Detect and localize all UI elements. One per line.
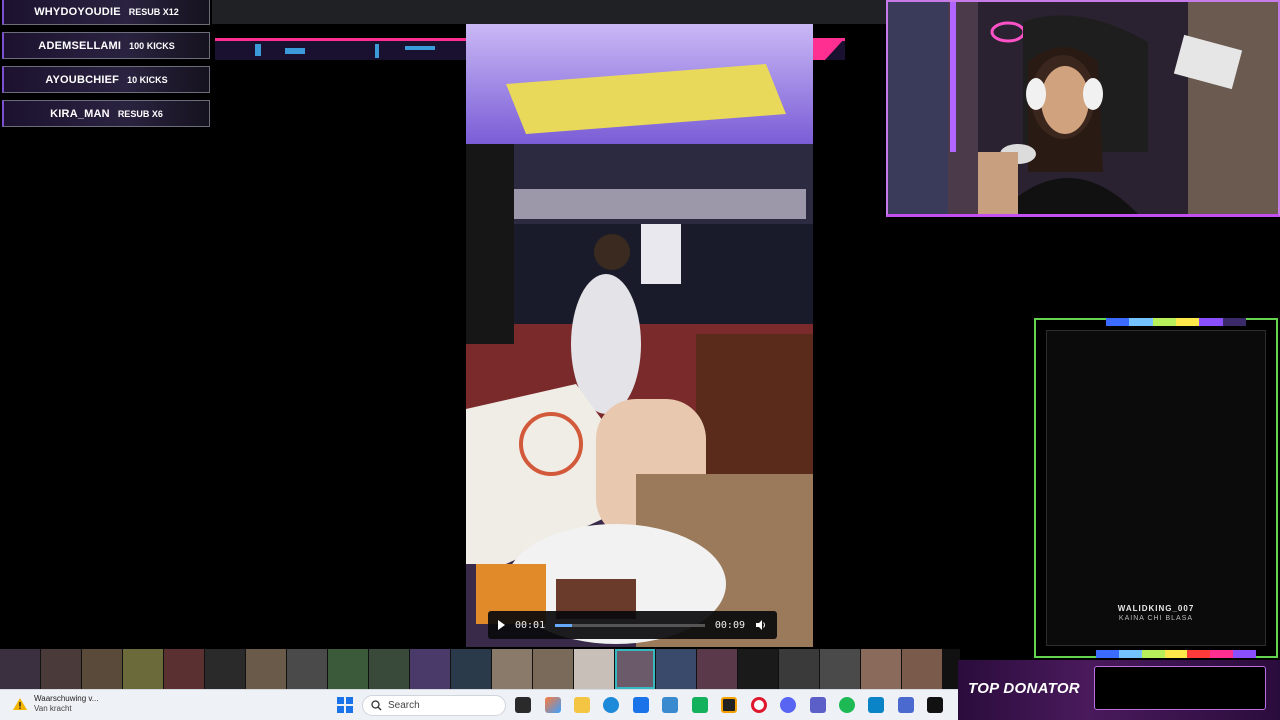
thumbnail[interactable] (205, 649, 245, 689)
donation-panel-inner (1046, 330, 1266, 646)
thumbnail[interactable] (123, 649, 163, 689)
alert-user: KIRA_MAN (50, 107, 110, 120)
thumbnail[interactable] (451, 649, 491, 689)
thumbnail[interactable] (82, 649, 122, 689)
taskbar: Waarschuwing v... Van kracht Search (0, 689, 958, 720)
thumbnail[interactable] (574, 649, 614, 689)
alert-action: RESUB X6 (117, 108, 163, 119)
video-controls: 00:01 00:09 (488, 611, 777, 639)
app-icon-green[interactable] (692, 697, 708, 713)
alert-user: AYOUBCHIEF (45, 73, 120, 86)
thumbnail[interactable] (164, 649, 204, 689)
warning-subtitle: Van kracht (34, 704, 72, 713)
copilot-icon[interactable] (545, 697, 561, 713)
thumbnail[interactable] (738, 649, 778, 689)
app-icon-vpn[interactable] (898, 697, 914, 713)
seek-bar[interactable] (555, 623, 705, 627)
thumbnail[interactable] (0, 649, 40, 689)
alert-item: ADEMSELLAMI 100 KICKS (2, 32, 210, 59)
warning-title: Waarschuwing v... (34, 694, 99, 703)
thumbnail[interactable] (246, 649, 286, 689)
alert-user: WHYDOYOUDIE (34, 5, 121, 18)
spotify-icon[interactable] (839, 697, 855, 713)
duration: 00:09 (714, 619, 745, 631)
edge-icon[interactable] (603, 697, 619, 713)
teams-icon[interactable] (810, 697, 826, 713)
thumbnail-active[interactable] (615, 649, 655, 689)
alert-action: 10 KICKS (127, 74, 168, 85)
windows-start-icon[interactable] (337, 697, 353, 713)
stream-overlay: WHYDOYOUDIE RESUB X12 ADEMSELLAMI 100 KI… (0, 0, 1280, 720)
top-donator-label: TOP DONATOR (968, 680, 1080, 697)
file-explorer-icon[interactable] (574, 697, 590, 713)
current-time: 00:01 (515, 619, 546, 631)
obs-icon[interactable] (721, 697, 737, 713)
alert-user: ADEMSELLAMI (38, 39, 122, 52)
seek-progress (555, 623, 572, 627)
thumbnail[interactable] (41, 649, 81, 689)
donor-message: KAINA CHI BLASA (1118, 615, 1194, 622)
warning-icon (13, 698, 27, 710)
store-icon[interactable] (633, 697, 649, 713)
alert-action: RESUB X12 (128, 6, 179, 17)
opera-icon[interactable] (751, 697, 767, 713)
thumbnail[interactable] (369, 649, 409, 689)
top-donator-widget: TOP DONATOR (958, 660, 1280, 720)
alert-action: 100 KICKS (129, 40, 175, 51)
thumbnail[interactable] (656, 649, 696, 689)
thumbnail[interactable] (533, 649, 573, 689)
browser-top-strip (212, 0, 886, 24)
webcam-feed (886, 0, 1280, 217)
donation-panel: WALIDKING_007 KAINA CHI BLASA (1034, 318, 1278, 658)
thumbnail[interactable] (861, 649, 901, 689)
webcam-image (888, 2, 1278, 214)
thumbnail[interactable] (287, 649, 327, 689)
thumbnail[interactable] (328, 649, 368, 689)
thumbnail[interactable] (779, 649, 819, 689)
outlook-icon[interactable] (662, 697, 678, 713)
top-donator-box (1094, 666, 1266, 710)
taskbar-search[interactable]: Search (362, 695, 506, 716)
video-player[interactable]: 00:01 00:09 (466, 24, 813, 647)
alert-item: WHYDOYOUDIE RESUB X12 (2, 0, 210, 25)
play-icon[interactable] (498, 620, 505, 630)
volume-icon[interactable] (755, 619, 767, 631)
thumbnail[interactable] (492, 649, 532, 689)
alert-item: AYOUBCHIEF 10 KICKS (2, 66, 210, 93)
thumbnail[interactable] (820, 649, 860, 689)
search-icon (371, 700, 382, 711)
thumbnail[interactable] (902, 649, 942, 689)
capcut-icon[interactable] (927, 697, 943, 713)
search-placeholder: Search (388, 700, 420, 711)
donor-name: WALIDKING_007 (1117, 604, 1195, 613)
video-frame (466, 24, 813, 647)
alert-item: KIRA_MAN RESUB X6 (2, 100, 210, 127)
app-icon-blue[interactable] (868, 697, 884, 713)
thumbnail[interactable] (410, 649, 450, 689)
thumbnail-strip (0, 649, 960, 689)
rainbow-strip-bottom (1096, 650, 1257, 658)
thumbnail[interactable] (697, 649, 737, 689)
task-view-icon[interactable] (515, 697, 531, 713)
weather-warning[interactable]: Waarschuwing v... Van kracht (12, 694, 98, 714)
rainbow-strip (1106, 318, 1246, 326)
discord-icon[interactable] (780, 697, 796, 713)
